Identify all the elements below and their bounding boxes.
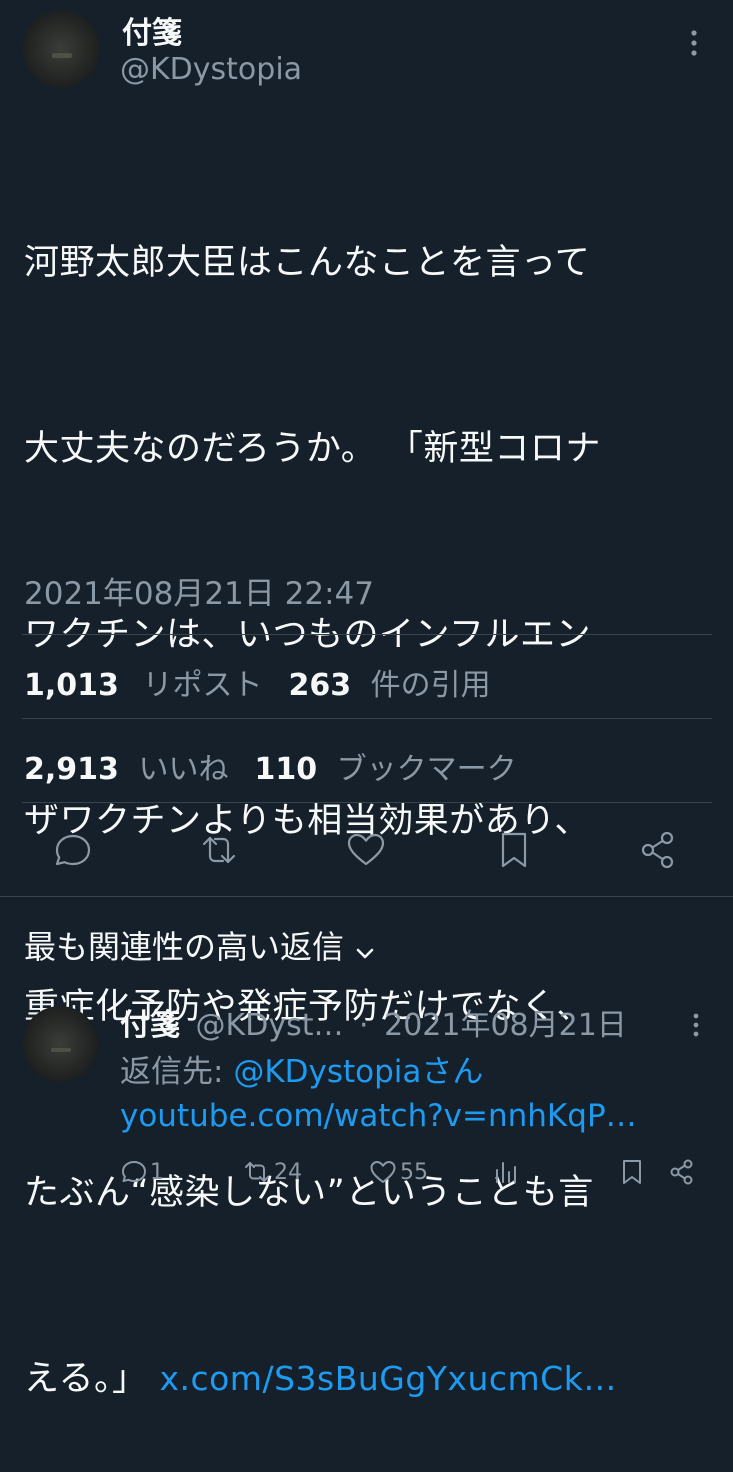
like-icon[interactable] xyxy=(344,830,388,870)
reply-header: 付箋 @KDyst… · 2021年08月21日 xyxy=(120,1000,680,1044)
reply-author-name[interactable]: 付箋 xyxy=(120,1008,180,1043)
like-icon xyxy=(368,1158,398,1186)
reply-more-icon[interactable] xyxy=(686,1010,706,1040)
bookmark-icon[interactable] xyxy=(620,1158,644,1186)
reply-to-handle[interactable]: @KDystopia xyxy=(233,1054,421,1090)
tweet-text-line: 河野太郎大臣はこんなことを言って xyxy=(24,243,591,283)
bookmarks-label: ブックマーク xyxy=(336,752,517,787)
views-icon[interactable] xyxy=(492,1158,518,1186)
reply-date[interactable]: 2021年08月21日 xyxy=(384,1008,627,1043)
reposts-stat[interactable]: 1,013 リポスト xyxy=(24,660,262,704)
share-icon[interactable] xyxy=(636,828,680,872)
quotes-label: 件の引用 xyxy=(370,668,491,703)
section-separator xyxy=(0,896,733,897)
replies-sort-dropdown[interactable]: 最も関連性の高い返信 xyxy=(24,922,376,968)
reply-to-suffix: さん xyxy=(421,1054,484,1090)
chevron-down-icon xyxy=(354,934,376,959)
author-handle[interactable]: @KDystopia xyxy=(120,52,302,87)
divider xyxy=(22,718,712,719)
likes-count: 2,913 xyxy=(24,752,119,787)
tweet-text-line: える。」 x.com/S3sBuGgYxucmCk… xyxy=(24,1348,714,1410)
reply-to-prefix: 返信先: xyxy=(120,1054,234,1090)
quotes-count: 263 xyxy=(288,668,352,703)
tweet-text-line: 大丈夫なのだろうか。 「新型コロナ xyxy=(24,429,601,469)
bookmarks-count: 110 xyxy=(254,752,318,787)
bookmarks-stat[interactable]: 110 ブックマーク xyxy=(254,744,516,788)
reposts-label: リポスト xyxy=(142,668,263,703)
more-icon[interactable] xyxy=(682,26,706,60)
tweet-text-line: ワクチンは、いつものインフルエン xyxy=(24,615,591,655)
reply-repost-button[interactable]: 24 xyxy=(242,1158,302,1186)
reply-to-line: 返信先: @KDystopiaさん xyxy=(120,1046,483,1091)
repost-icon[interactable] xyxy=(196,830,242,870)
tweet-text-tail: える。」 xyxy=(24,1359,148,1399)
reposts-count: 1,013 xyxy=(24,668,119,703)
reply-avatar[interactable] xyxy=(22,1006,98,1082)
likes-label: いいね xyxy=(138,752,229,787)
reply-like-button[interactable]: 55 xyxy=(368,1158,428,1186)
divider xyxy=(22,802,712,803)
reply-reply-count: 1 xyxy=(150,1159,164,1185)
reply-like-count: 55 xyxy=(400,1159,428,1185)
share-icon[interactable] xyxy=(668,1158,696,1186)
reply-action-bar: 1 24 55 xyxy=(120,1152,700,1192)
tweet-text: 河野太郎大臣はこんなことを言って 大丈夫なのだろうか。 「新型コロナ ワクチンは… xyxy=(24,108,714,1472)
repost-icon xyxy=(242,1158,272,1186)
divider xyxy=(22,634,712,635)
tweet-datetime[interactable]: 2021年08月21日 22:47 xyxy=(24,568,374,613)
reply-separator: · xyxy=(359,1008,369,1043)
author-avatar[interactable] xyxy=(22,10,100,88)
reply-repost-count: 24 xyxy=(274,1159,302,1185)
quotes-stat[interactable]: 263 件の引用 xyxy=(288,660,490,704)
reply-reply-button[interactable]: 1 xyxy=(120,1158,164,1186)
stats-row-likes: 2,913 いいね 110 ブックマーク xyxy=(24,744,517,788)
reply-link[interactable]: youtube.com/watch?v=nnhKqP… xyxy=(120,1098,637,1134)
tweet-link[interactable]: x.com/S3sBuGgYxucmCk… xyxy=(159,1359,616,1398)
likes-stat[interactable]: 2,913 いいね xyxy=(24,744,228,788)
reply-icon[interactable] xyxy=(52,830,94,870)
author-name[interactable]: 付箋 xyxy=(122,8,182,52)
bookmark-icon[interactable] xyxy=(496,830,532,870)
stats-row-reposts: 1,013 リポスト 263 件の引用 xyxy=(24,660,491,704)
reply-icon xyxy=(120,1158,148,1186)
reply-author-handle[interactable]: @KDyst… xyxy=(196,1008,344,1043)
replies-section-title: 最も関連性の高い返信 xyxy=(24,928,345,966)
